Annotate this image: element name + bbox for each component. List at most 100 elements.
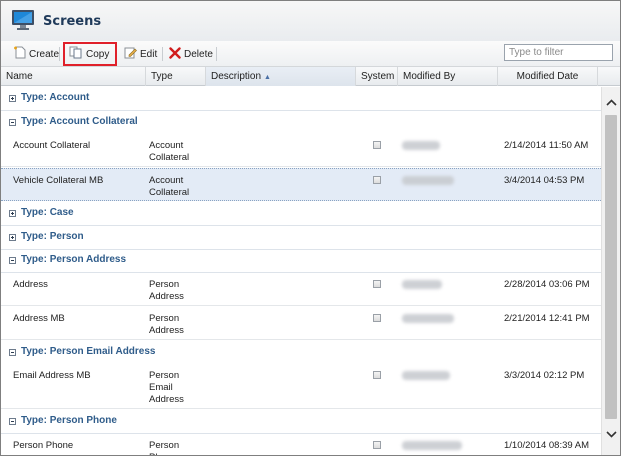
group-label: Type: Account Collateral xyxy=(21,115,138,127)
cell-modified-date: 2/21/2014 12:41 PM xyxy=(504,312,590,324)
expand-icon[interactable] xyxy=(9,210,16,217)
expand-icon[interactable] xyxy=(9,95,16,102)
cell-type: PersonPhone xyxy=(149,440,209,456)
filter-input[interactable] xyxy=(504,44,613,61)
cell-modified-by-redacted xyxy=(402,440,462,450)
expand-icon[interactable] xyxy=(9,233,16,241)
column-header-name-label: Name xyxy=(6,71,33,82)
column-header-modified-by[interactable]: Modified By xyxy=(398,67,498,86)
delete-icon xyxy=(169,46,181,62)
cell-modified-by-redacted xyxy=(402,141,440,150)
cell-type-line: Person xyxy=(149,439,180,451)
group-row[interactable]: Type: Person Phone xyxy=(1,410,601,434)
title-bar: Screens xyxy=(1,1,620,41)
cell-modified-date: 2/14/2014 11:50 AM xyxy=(504,140,589,151)
group-label: Type: Account xyxy=(21,92,90,103)
cell-name: Vehicle Collateral MB xyxy=(13,175,104,186)
cell-type: Person Address xyxy=(149,279,209,303)
cell-name: Person Phone xyxy=(13,439,74,451)
collapse-icon[interactable] xyxy=(9,348,16,356)
table-row[interactable]: Email Address MB Person Email Address 3/3/20… xyxy=(1,364,601,409)
group-row[interactable]: Type: Person Address xyxy=(1,249,601,273)
column-header-row: Name Type Description ▲ System Modified B… xyxy=(1,67,620,86)
delete-label: Delete xyxy=(184,48,213,60)
cell-type-line: Address xyxy=(149,290,184,302)
scroll-down-icon[interactable] xyxy=(602,425,620,443)
cell-modified-by-redacted xyxy=(402,371,450,380)
cell-type-line: Address xyxy=(149,324,184,336)
copy-button[interactable]: Copy xyxy=(63,42,117,66)
scroll-up-icon[interactable] xyxy=(602,93,620,111)
cell-type-line: Account xyxy=(149,175,184,186)
cell-modified-date: 3/3/2014 02:12 PM xyxy=(504,370,585,381)
column-header-description-label: Description xyxy=(211,71,262,82)
system-checkbox xyxy=(373,141,381,149)
cell-type-line: Collateral xyxy=(149,152,190,163)
cell-modified-date: 2/28/2014 03:06 PM xyxy=(504,278,590,290)
cell-name: Address xyxy=(13,278,48,290)
create-icon xyxy=(13,46,26,62)
column-header-type[interactable]: Type xyxy=(146,67,206,86)
column-header-system-label: System xyxy=(361,71,395,82)
delete-button[interactable]: Delete xyxy=(166,44,216,64)
scrollbar-thumb[interactable] xyxy=(605,115,617,419)
group-label: Type: Person xyxy=(21,230,84,242)
cell-name: Email Address MB xyxy=(13,370,91,381)
edit-label: Edit xyxy=(140,48,158,60)
group-row[interactable]: Type: Account xyxy=(1,87,601,111)
cell-type: Person Address xyxy=(149,313,209,337)
table-row[interactable]: Person Phone PersonPhone 1/10/2014 08:39 A… xyxy=(1,433,601,456)
table-row[interactable]: Address MB Person Address 2/21/2014 12:41 P… xyxy=(1,306,601,340)
group-label: Type: Person Phone xyxy=(21,415,117,426)
collapse-icon[interactable] xyxy=(9,118,16,126)
monitor-icon xyxy=(11,9,35,31)
create-button[interactable]: Create xyxy=(10,44,62,64)
edit-icon xyxy=(124,46,137,62)
cell-type: Account Collateral xyxy=(149,175,209,199)
screens-grid: Type: Account Type: Account Collateral Acc… xyxy=(1,87,601,455)
screens-window: Screens Create Copy Edit Delete Type to … xyxy=(0,0,621,456)
cell-type: Account Collateral xyxy=(149,140,209,164)
system-checkbox xyxy=(373,279,381,288)
table-row[interactable]: Vehicle Collateral MB Account Collateral 3/… xyxy=(1,168,601,201)
system-checkbox xyxy=(373,371,381,379)
edit-button[interactable]: Edit xyxy=(121,44,160,64)
toolbar: Create Copy Edit Delete xyxy=(1,41,620,67)
system-checkbox xyxy=(373,176,381,184)
cell-type-line: Address xyxy=(149,394,184,405)
cell-modified-by-redacted xyxy=(402,279,442,289)
group-row[interactable]: Type: Case xyxy=(1,202,601,226)
cell-type-line: Person xyxy=(149,312,180,324)
column-header-system[interactable]: System xyxy=(356,67,398,86)
table-row[interactable]: Account Collateral Account Collateral 2/14/… xyxy=(1,134,601,167)
cell-modified-date: 3/4/2014 04:53 PM xyxy=(504,175,585,186)
column-header-modified-date[interactable]: Modified Date xyxy=(498,67,598,86)
column-header-modified-date-label: Modified Date xyxy=(516,71,579,82)
group-label: Type: Person Email Address xyxy=(21,345,156,357)
table-row[interactable]: Address Person Address 2/28/2014 03:06 PM xyxy=(1,272,601,306)
create-label: Create xyxy=(29,48,60,60)
group-label: Type: Case xyxy=(21,207,74,218)
column-header-description[interactable]: Description ▲ xyxy=(206,67,356,86)
sort-ascending-icon: ▲ xyxy=(264,74,271,81)
cell-name: Address MB xyxy=(13,312,65,324)
group-row[interactable]: Type: Account Collateral xyxy=(1,111,601,135)
collapse-icon[interactable] xyxy=(9,257,16,264)
group-row[interactable]: Type: Person Email Address xyxy=(1,341,601,365)
cell-modified-date: 1/10/2014 08:39 AM xyxy=(504,439,590,451)
group-label: Type: Person Address xyxy=(21,254,127,265)
cell-type-line: Collateral xyxy=(149,187,190,198)
cell-type: Person Email Address xyxy=(149,370,209,406)
toolbar-divider xyxy=(59,47,60,61)
group-row[interactable]: Type: Person xyxy=(1,226,601,250)
toolbar-divider xyxy=(216,47,217,61)
column-header-type-label: Type xyxy=(151,71,173,82)
column-header-name[interactable]: Name xyxy=(1,67,146,86)
system-checkbox xyxy=(373,440,381,449)
cell-type-line: Account xyxy=(149,140,184,151)
cell-modified-by-redacted xyxy=(402,313,454,323)
collapse-icon[interactable] xyxy=(9,418,16,425)
vertical-scrollbar[interactable] xyxy=(601,87,620,455)
system-checkbox xyxy=(373,313,381,322)
copy-icon xyxy=(69,46,83,62)
